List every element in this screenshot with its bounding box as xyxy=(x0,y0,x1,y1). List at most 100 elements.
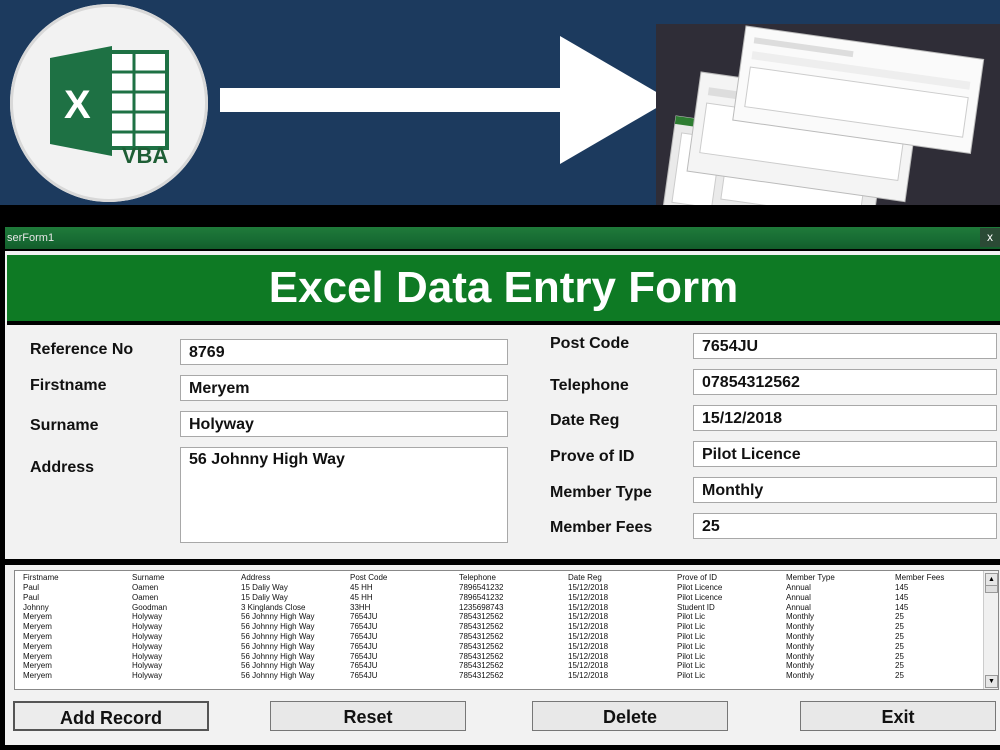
table-cell: 15 Daliy Way xyxy=(241,592,288,602)
table-row[interactable]: Meryem Holyway 56 Johnny High Way 7654JU 785… xyxy=(15,642,985,652)
table-row[interactable]: Meryem Holyway 56 Johnny High Way 7654JU 785… xyxy=(15,661,985,671)
table-cell: 7896541232 xyxy=(459,583,504,592)
table-cell: Annual xyxy=(786,602,811,612)
stacked-forms-image xyxy=(662,25,985,235)
reference-no-label: Reference No xyxy=(30,341,134,358)
banner: X VBA xyxy=(0,0,1000,235)
firstname-label: Firstname xyxy=(30,377,107,394)
table-cell: 25 xyxy=(895,641,904,651)
table-cell: 7654JU xyxy=(350,622,378,632)
table-cell: 7854312562 xyxy=(459,612,504,622)
telephone-field[interactable]: 07854312562 xyxy=(693,369,997,395)
table-cell: Meryem xyxy=(23,632,52,641)
member-type-field[interactable]: Monthly xyxy=(693,477,997,503)
table-row[interactable]: Johnny Goodman 3 Kinglands Close 33HH 123569… xyxy=(15,603,985,613)
table-row[interactable]: Meryem Holyway 56 Johnny High Way 7654JU 785… xyxy=(15,632,985,642)
table-cell: Meryem xyxy=(23,661,52,671)
table-cell: 56 Johnny High Way xyxy=(241,651,315,661)
table-cell: 7654JU xyxy=(350,661,378,671)
table-cell: 7654JU xyxy=(350,671,378,681)
window-title: serForm1 xyxy=(7,232,55,244)
listbox-scrollbar[interactable]: ▲ ▼ xyxy=(983,571,998,689)
surname-field[interactable]: Holyway xyxy=(180,411,508,437)
scroll-down-button[interactable]: ▼ xyxy=(985,675,998,688)
table-cell: Monthly xyxy=(786,641,815,651)
table-cell: Pilot Lic xyxy=(677,612,706,622)
table-cell: 56 Johnny High Way xyxy=(241,671,315,681)
table-cell: 56 Johnny High Way xyxy=(241,622,315,632)
member-fees-field[interactable]: 25 xyxy=(693,513,997,539)
address-label: Address xyxy=(30,459,95,476)
post-code-field[interactable]: 7654JU xyxy=(693,333,997,359)
table-cell: 7854312562 xyxy=(459,632,504,641)
table-cell: Meryem xyxy=(23,612,52,622)
table-cell: Pilot Lic xyxy=(677,622,706,632)
table-cell: 7896541232 xyxy=(459,592,504,602)
table-cell: 7854312562 xyxy=(459,651,504,661)
table-cell: 7854312562 xyxy=(459,661,504,671)
date-reg-label: Date Reg xyxy=(550,412,620,429)
reset-button[interactable]: Reset xyxy=(270,701,466,731)
member-fees-label: Member Fees xyxy=(550,519,653,536)
table-cell: Pilot Lic xyxy=(677,641,706,651)
scroll-thumb[interactable] xyxy=(985,585,998,593)
table-row[interactable]: Meryem Holyway 56 Johnny High Way 7654JU 785… xyxy=(15,612,985,622)
table-cell: 15/12/2018 xyxy=(568,651,609,661)
column-header: Date Reg xyxy=(568,573,602,582)
table-cell: 15/12/2018 xyxy=(568,622,609,632)
table-row[interactable]: Paul Oamen 15 Daliy Way 45 HH 7896541232 15/1… xyxy=(15,583,985,593)
table-row[interactable]: Paul Oamen 15 Daliy Way 45 HH 7896541232 15/1… xyxy=(15,593,985,603)
table-cell: 25 xyxy=(895,632,904,641)
table-cell: 25 xyxy=(895,651,904,661)
table-cell: Pilot Lic xyxy=(677,651,706,661)
table-cell: 7854312562 xyxy=(459,622,504,632)
table-cell: Holyway xyxy=(132,671,163,681)
address-field[interactable]: 56 Johnny High Way xyxy=(180,447,508,543)
table-cell: Meryem xyxy=(23,622,52,632)
table-row[interactable]: Meryem Holyway 56 Johnny High Way 7654JU 785… xyxy=(15,622,985,632)
table-cell: 145 xyxy=(895,602,909,612)
section-divider xyxy=(5,559,1000,565)
prove-of-id-label: Prove of ID xyxy=(550,448,635,465)
table-row[interactable]: Meryem Holyway 56 Johnny High Way 7654JU 785… xyxy=(15,671,985,681)
title-bar[interactable]: serForm1 x xyxy=(5,227,1000,249)
column-header: Post Code xyxy=(350,573,388,582)
firstname-field[interactable]: Meryem xyxy=(180,375,508,401)
table-cell: Meryem xyxy=(23,641,52,651)
table-cell: Meryem xyxy=(23,671,52,681)
add-record-button[interactable]: Add Record xyxy=(13,701,209,731)
table-cell: Holyway xyxy=(132,632,163,641)
close-button[interactable]: x xyxy=(980,228,1000,247)
table-cell: Monthly xyxy=(786,632,815,641)
form-title: Excel Data Entry Form xyxy=(268,263,739,312)
reference-no-field[interactable]: 8769 xyxy=(180,339,508,365)
table-cell: 1235698743 xyxy=(459,602,504,612)
records-listbox[interactable]: Firstname Surname Address Post Code Tele… xyxy=(14,570,999,690)
surname-label: Surname xyxy=(30,417,99,434)
table-cell: Johnny xyxy=(23,602,49,612)
header-banner: Excel Data Entry Form xyxy=(7,255,1000,325)
table-cell: Annual xyxy=(786,583,811,592)
table-cell: 7654JU xyxy=(350,641,378,651)
table-row[interactable]: Meryem Holyway 56 Johnny High Way 7654JU 785… xyxy=(15,652,985,662)
table-cell: 15/12/2018 xyxy=(568,641,609,651)
table-cell: 45 HH xyxy=(350,592,373,602)
table-cell: Annual xyxy=(786,592,811,602)
table-cell: Monthly xyxy=(786,661,815,671)
prove-of-id-field[interactable]: Pilot Licence xyxy=(693,441,997,467)
table-cell: 25 xyxy=(895,661,904,671)
telephone-label: Telephone xyxy=(550,377,629,394)
table-cell: Holyway xyxy=(132,612,163,622)
table-cell: 15 Daliy Way xyxy=(241,583,288,592)
delete-button[interactable]: Delete xyxy=(532,701,728,731)
column-header: Member Fees xyxy=(895,573,945,582)
table-cell: 7654JU xyxy=(350,632,378,641)
date-reg-field[interactable]: 15/12/2018 xyxy=(693,405,997,431)
table-cell: 3 Kinglands Close xyxy=(241,602,306,612)
exit-button[interactable]: Exit xyxy=(800,701,996,731)
table-cell: Holyway xyxy=(132,661,163,671)
excel-icon: X xyxy=(50,46,169,156)
table-cell: Monthly xyxy=(786,671,815,681)
form-preview-thumbnails xyxy=(656,24,1000,235)
table-cell: Oamen xyxy=(132,583,159,592)
